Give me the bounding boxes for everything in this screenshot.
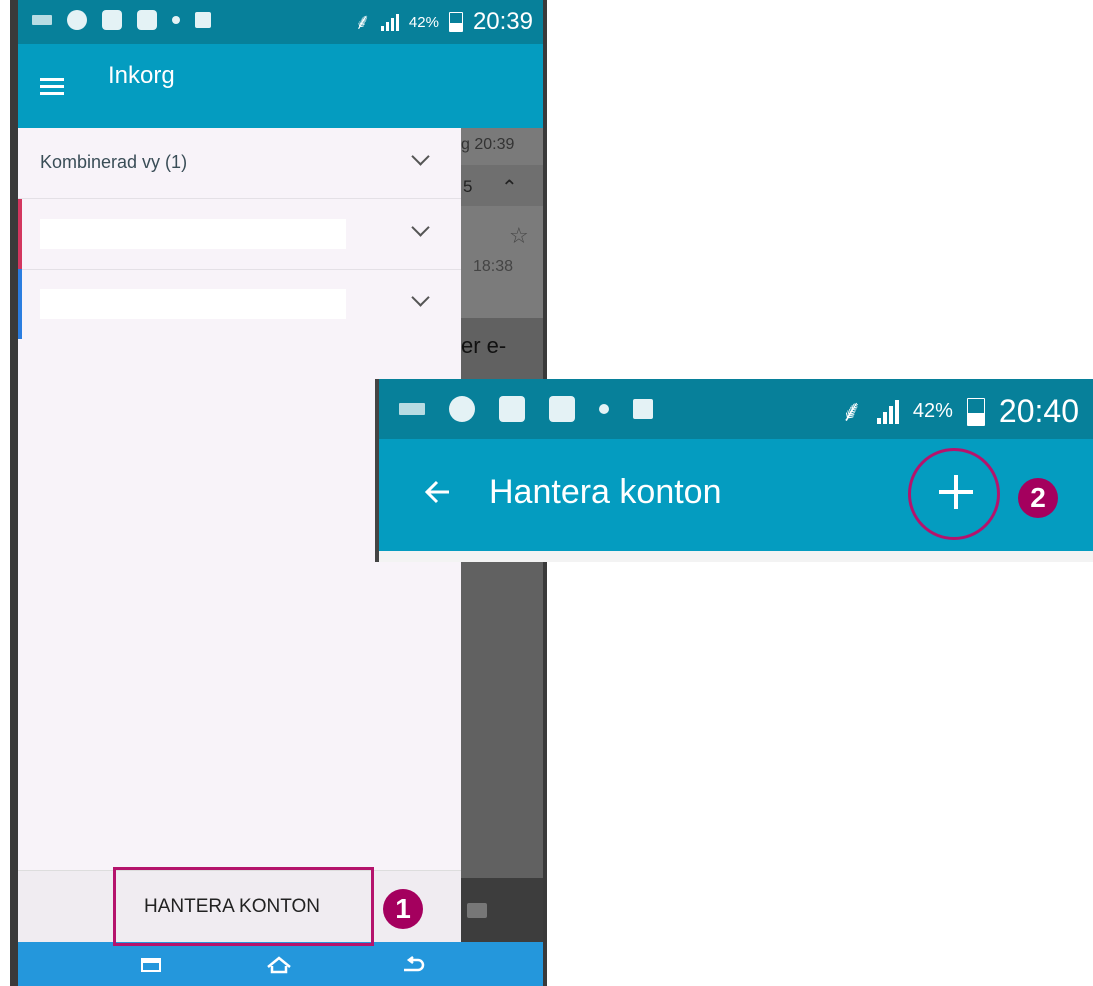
chevron-down-icon[interactable]: [411, 147, 430, 166]
pocket-icon: [499, 396, 525, 422]
battery-icon: [966, 397, 985, 426]
status-right: ⸙ 42% 20:39: [354, 8, 533, 36]
app-a-icon: [195, 12, 211, 28]
add-button-highlight: [908, 448, 1000, 540]
hamburger-icon[interactable]: [40, 78, 64, 96]
list-header-row: g 20:39: [461, 128, 543, 165]
keyboard-icon: [399, 403, 425, 415]
item-time: 18:38: [473, 258, 514, 275]
system-nav-bar: [18, 942, 543, 986]
step-badge-1: 1: [383, 889, 423, 929]
chevron-down-icon[interactable]: [411, 288, 430, 307]
account-name-redacted: [40, 289, 346, 319]
star-icon: ☆: [509, 223, 529, 248]
item-snippet: er e-: [461, 333, 507, 358]
signal-icon: [876, 399, 899, 424]
keyboard-icon: [32, 15, 52, 25]
account-name-redacted: [40, 219, 346, 249]
mail-icon: [137, 10, 157, 30]
content-area: [379, 551, 1093, 562]
wifi-icon: ⸙: [354, 9, 371, 34]
list-time: g 20:39: [461, 136, 515, 153]
group-count: 5: [463, 177, 473, 196]
folder-icon: [467, 903, 487, 918]
headset-icon: [172, 16, 180, 24]
manage-accounts-highlight: [113, 867, 374, 946]
clock: 20:39: [472, 8, 533, 35]
combined-view-label: Kombinerad vy (1): [40, 152, 188, 172]
list-group-row: 5 ⌃: [461, 165, 543, 206]
home-icon[interactable]: [266, 956, 292, 974]
notification-icons: [32, 10, 211, 30]
page-title: Inkorg: [108, 62, 175, 89]
page-title: Hantera konton: [489, 473, 722, 511]
chevron-up-icon: ⌃: [501, 177, 518, 199]
account-row-2[interactable]: [18, 269, 461, 339]
combined-view-row[interactable]: Kombinerad vy (1): [18, 128, 461, 199]
clock: 20:40: [998, 393, 1079, 429]
pocket-icon: [102, 10, 122, 30]
step-badge-2: 2: [1018, 478, 1058, 518]
battery-percent: 42%: [408, 13, 439, 31]
account-color-bar: [18, 199, 22, 269]
headset-icon: [599, 404, 609, 414]
mail-icon: [549, 396, 575, 422]
recent-apps-icon[interactable]: [141, 958, 161, 972]
wifi-icon: ⸙: [840, 394, 863, 428]
back-arrow-icon[interactable]: [425, 479, 451, 505]
app-bar: Inkorg: [18, 44, 543, 128]
back-icon[interactable]: [400, 956, 426, 974]
dimmed-bottom-toolbar: [461, 878, 543, 942]
status-bar: ⸙ 42% 20:40: [379, 379, 1093, 439]
status-bar: ⸙ 42% 20:39: [18, 0, 543, 44]
signal-icon: [380, 13, 399, 31]
notification-icons: [399, 396, 653, 422]
sync-icon: [449, 396, 475, 422]
account-color-bar: [18, 269, 22, 339]
chevron-down-icon[interactable]: [411, 218, 430, 237]
sync-icon: [67, 10, 87, 30]
account-row-1[interactable]: [18, 199, 461, 270]
app-a-icon: [633, 399, 653, 419]
battery-percent: 42%: [912, 400, 953, 422]
status-right: ⸙ 42% 20:40: [840, 393, 1079, 430]
battery-icon: [448, 12, 463, 32]
